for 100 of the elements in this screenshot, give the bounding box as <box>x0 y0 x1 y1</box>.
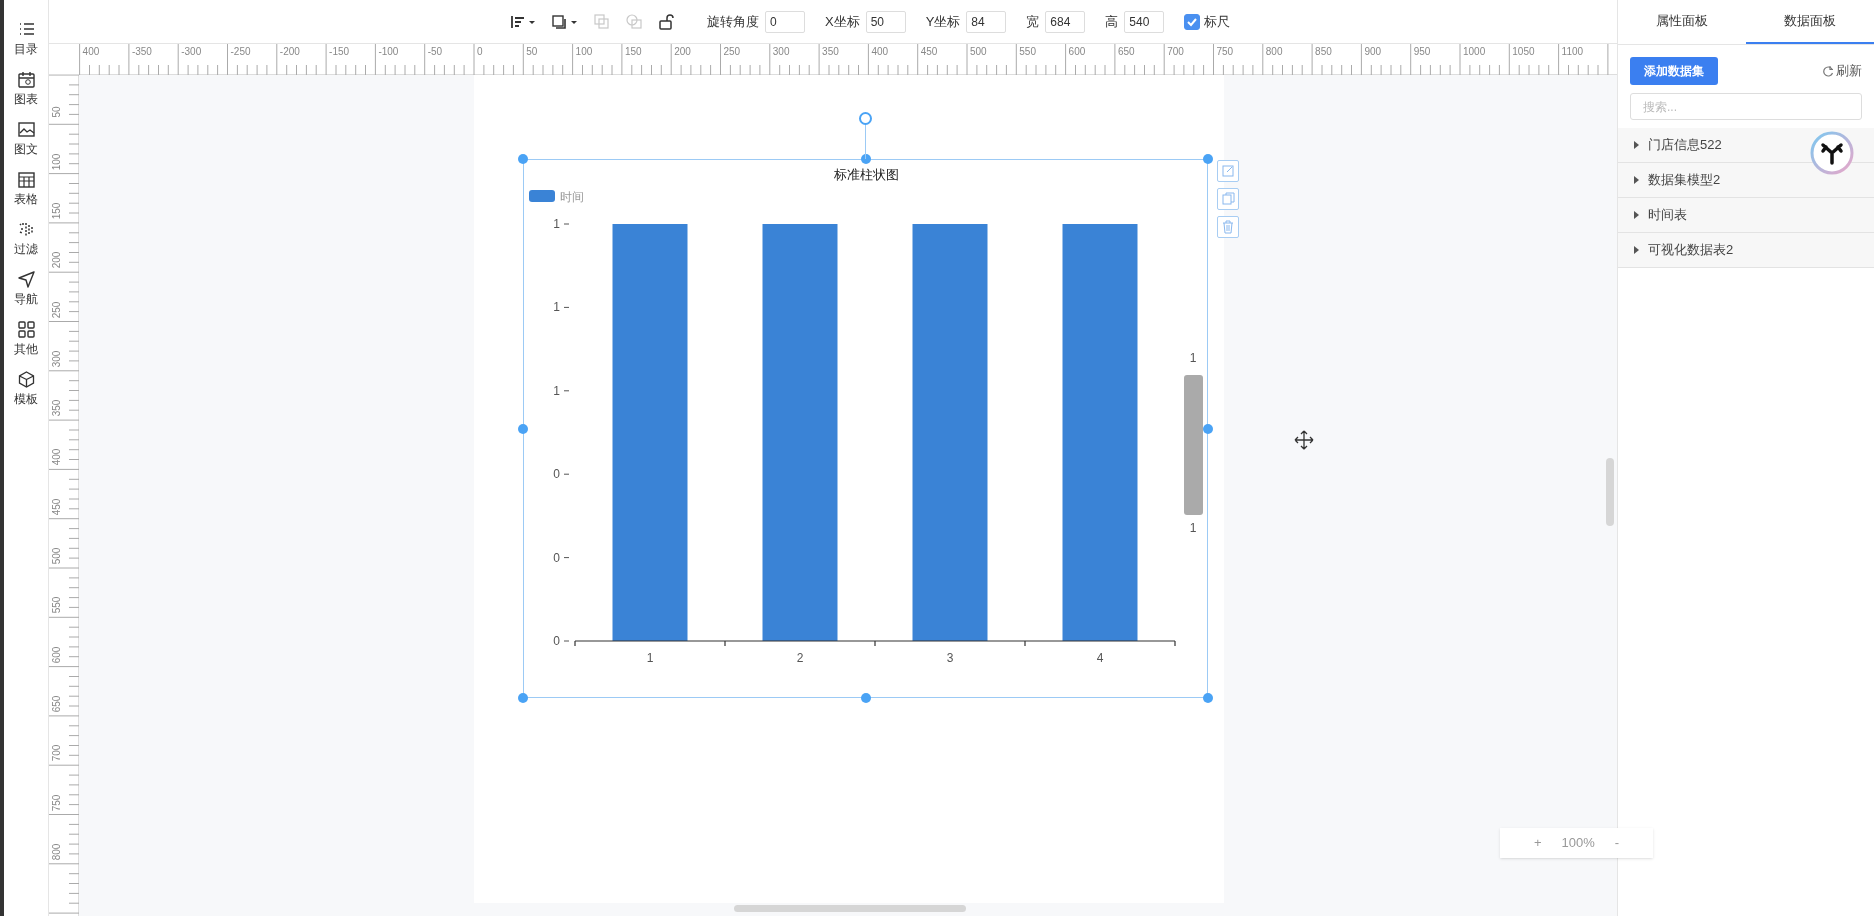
action-button[interactable] <box>1217 216 1239 238</box>
ruler-label: 1050 <box>1512 46 1535 58</box>
ruler-label: 100 <box>575 46 593 58</box>
y-axis-label: 0 <box>553 634 560 648</box>
layers-icon[interactable] <box>551 12 579 31</box>
calendar-icon <box>16 70 36 89</box>
sidebar-item[interactable]: 图文 <box>14 142 38 156</box>
ruler-label: -100 <box>378 46 399 58</box>
ruler-label: 950 <box>1413 46 1431 58</box>
input-field[interactable]: 84 <box>966 10 1007 33</box>
add-dataset-button[interactable]: 添加数据集 <box>1630 57 1718 85</box>
rotate-line <box>865 124 866 159</box>
y-axis-label: 1 <box>553 300 560 315</box>
ruler-label: 1000 <box>1463 46 1486 58</box>
ruler-label: -250 <box>230 46 251 58</box>
ruler-label: 100 <box>51 152 63 172</box>
input-field[interactable]: 0 <box>765 10 805 33</box>
refresh-icon <box>1822 65 1834 77</box>
checkbox-label: 标尺 <box>1204 12 1231 31</box>
dataset-item[interactable]: 时间表 <box>1632 205 1687 225</box>
dataset-item[interactable]: 数据集模型2 <box>1632 170 1721 190</box>
zoom-level: 100% <box>1561 834 1595 853</box>
resize-handle[interactable] <box>860 154 871 164</box>
ruler-label: 150 <box>624 46 642 58</box>
sidebar-item[interactable]: 导航 <box>14 292 38 306</box>
ruler-label: 400 <box>82 46 100 58</box>
sidebar-item[interactable]: 过滤 <box>14 242 38 256</box>
ruler-label: 850 <box>1315 46 1332 58</box>
ruler-label: -350 <box>131 46 152 58</box>
filter-icon <box>16 220 36 239</box>
chart-title: 标准柱状图 <box>833 167 899 182</box>
ruler-label: 700 <box>51 743 63 764</box>
ruler-label: 500 <box>51 546 63 567</box>
ruler-label: 250 <box>723 46 741 58</box>
input-field[interactable]: 540 <box>1124 10 1165 33</box>
cube-icon <box>16 370 36 389</box>
ruler-label: -200 <box>279 46 300 58</box>
ruler-label: 400 <box>871 46 889 58</box>
ruler-label: -150 <box>329 46 350 58</box>
input-field[interactable]: 684 <box>1045 10 1086 33</box>
ruler-label: 750 <box>51 793 63 813</box>
scrollbar[interactable] <box>1606 458 1614 526</box>
grid-icon <box>16 320 36 339</box>
x-axis-label: 4 <box>1096 651 1104 665</box>
sidebar-item[interactable]: 模板 <box>14 392 38 406</box>
ruler-label: 50 <box>526 46 538 58</box>
action-button[interactable] <box>1217 160 1239 182</box>
ruler-label: 550 <box>1019 46 1036 58</box>
ruler-label: 200 <box>51 250 63 271</box>
ruler-label: 450 <box>51 497 63 518</box>
refresh-button[interactable]: 刷新 <box>1822 61 1862 81</box>
x-axis-label: 1 <box>646 651 654 665</box>
ruler-label: 250 <box>51 300 63 320</box>
ruler-label: 150 <box>51 201 63 222</box>
ruler-label: 650 <box>1117 46 1135 58</box>
ruler-label: 200 <box>674 46 691 58</box>
ruler-label: 800 <box>51 842 63 863</box>
ruler-label: 1100 <box>1561 46 1584 58</box>
panel-tab[interactable]: 属性面板 <box>1618 0 1746 44</box>
y-axis-label: 1 <box>553 383 560 398</box>
range-slider[interactable] <box>1184 375 1203 515</box>
resize-handle[interactable] <box>1203 154 1213 164</box>
ruler-label: 600 <box>51 645 63 665</box>
input-field[interactable]: 50 <box>865 10 906 33</box>
ruler-label: 400 <box>51 448 63 468</box>
sidebar-item[interactable]: 图表 <box>14 92 38 106</box>
resize-handle[interactable] <box>518 154 528 164</box>
resize-handle[interactable] <box>518 693 528 703</box>
ruler-label: 650 <box>51 694 63 715</box>
image-icon <box>16 120 36 139</box>
ruler-label: 600 <box>1068 46 1086 58</box>
panel-tab[interactable]: 数据面板 <box>1746 0 1874 44</box>
sidebar-item[interactable]: 其他 <box>14 342 38 356</box>
checkbox[interactable] <box>1184 13 1201 30</box>
field-label: 高 <box>1105 12 1119 31</box>
field-label: 宽 <box>1026 12 1040 31</box>
sidebar-item[interactable]: 目录 <box>14 42 38 56</box>
table-icon <box>16 170 36 189</box>
ruler-label: -50 <box>427 46 443 58</box>
slider-label: 1 <box>1189 351 1197 365</box>
field-label: 旋转角度 <box>707 12 759 31</box>
slider-label: 1 <box>1189 521 1197 535</box>
x-axis-label: 3 <box>946 651 954 665</box>
sidebar-item[interactable]: 表格 <box>14 192 38 206</box>
resize-handle[interactable] <box>1203 693 1213 703</box>
resize-handle[interactable] <box>518 423 528 434</box>
action-button[interactable] <box>1217 188 1239 210</box>
chart-widget[interactable]: 标准柱状图 时间 0 0 0 1 1 1 1 2 3 4 1 1 <box>523 159 1208 698</box>
resize-handle[interactable] <box>1203 423 1213 434</box>
ruler-label: 50 <box>51 105 63 120</box>
resize-handle[interactable] <box>860 693 871 703</box>
ruler-label: 750 <box>1216 46 1234 58</box>
y-axis-label: 0 <box>553 550 560 565</box>
ruler-label: -300 <box>181 46 202 58</box>
ruler-label: 300 <box>772 46 790 58</box>
search-field[interactable]: 搜索... <box>1630 93 1862 120</box>
scrollbar[interactable] <box>734 905 966 912</box>
move-cursor-icon <box>1294 430 1314 450</box>
legend-label: 时间 <box>560 190 584 204</box>
unlock-icon[interactable] <box>657 12 675 31</box>
